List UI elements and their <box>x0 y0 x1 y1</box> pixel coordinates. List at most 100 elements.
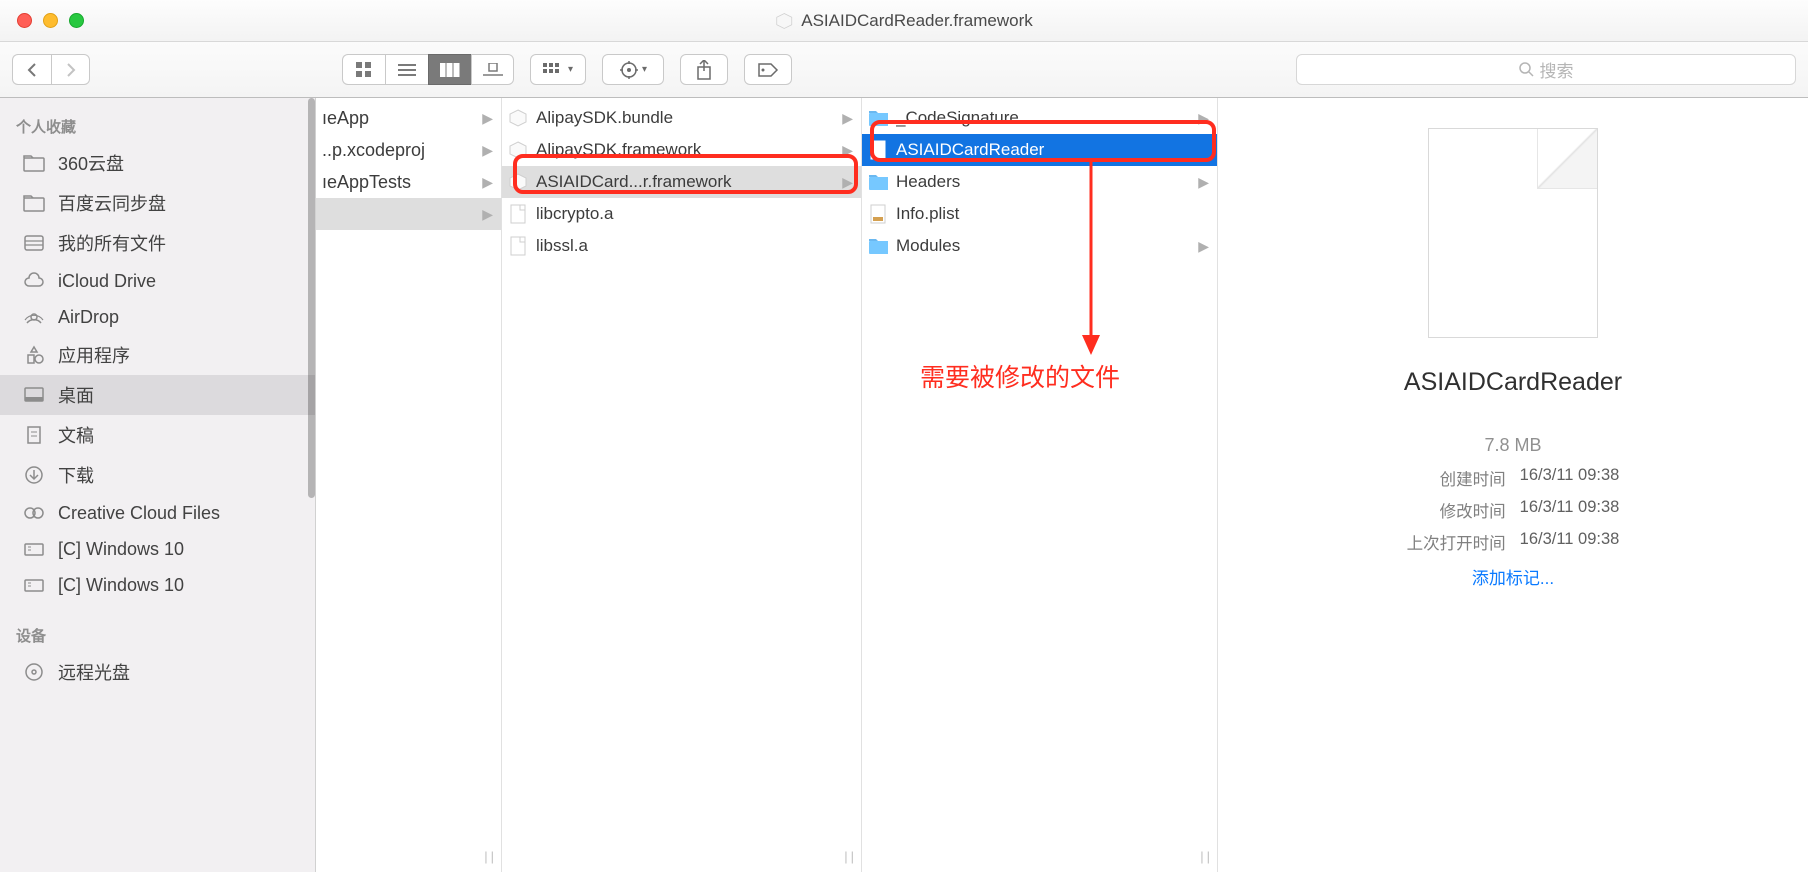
window-title-text: ASIAIDCardReader.framework <box>801 11 1032 31</box>
sidebar-item[interactable]: 文稿 <box>0 415 315 455</box>
file-name: Headers <box>896 172 1190 192</box>
window-title: ASIAIDCardReader.framework <box>775 11 1032 31</box>
chevron-right-icon: ▶ <box>842 174 853 191</box>
fw-icon <box>508 108 528 128</box>
search-placeholder: 搜索 <box>1540 57 1574 82</box>
file-name: ıeApp <box>322 108 474 129</box>
column-2: AlipaySDK.bundle▶AlipaySDK.framework▶ASI… <box>502 98 862 872</box>
column-1: ıeApp▶..p.xcodeproj▶ıeAppTests▶▶|| <box>316 98 502 872</box>
sidebar-item-label: 百度云同步盘 <box>58 190 166 216</box>
forward-button[interactable] <box>51 54 90 85</box>
file-row[interactable]: ıeAppTests▶ <box>316 166 501 198</box>
chevron-right-icon: ▶ <box>482 174 493 191</box>
allfiles-icon <box>22 232 46 254</box>
search-input[interactable]: 搜索 <box>1296 54 1796 85</box>
chevron-right-icon: ▶ <box>1198 174 1209 191</box>
sidebar-item[interactable]: 应用程序 <box>0 335 315 375</box>
file-row[interactable]: Headers ▶ <box>862 166 1217 198</box>
sidebar-item[interactable]: 桌面 <box>0 375 315 415</box>
file-name: Modules <box>896 236 1190 256</box>
sidebar-item[interactable]: iCloud Drive <box>0 263 315 299</box>
zoom-window-button[interactable] <box>69 13 84 28</box>
list-view-button[interactable] <box>385 54 428 85</box>
file-row[interactable]: ..p.xcodeproj▶ <box>316 134 501 166</box>
chevron-right-icon: ▶ <box>482 206 493 223</box>
sidebar-item[interactable]: AirDrop <box>0 299 315 335</box>
file-name: _CodeSignature <box>896 108 1190 128</box>
opened-value: 16/3/11 09:38 <box>1520 530 1620 554</box>
file-row[interactable]: ıeApp▶ <box>316 102 501 134</box>
file-row[interactable]: ▶ <box>316 198 501 230</box>
sidebar-item-label: Creative Cloud Files <box>58 503 220 524</box>
search-icon <box>1519 62 1534 77</box>
column-resize-handle[interactable]: || <box>844 849 857 864</box>
file-row[interactable]: AlipaySDK.framework▶ <box>502 134 861 166</box>
coverflow-view-button[interactable] <box>471 54 514 85</box>
sidebar-item-label: 应用程序 <box>58 342 130 368</box>
sidebar-item[interactable]: 下载 <box>0 455 315 495</box>
folder-icon <box>22 152 46 174</box>
icon-view-button[interactable] <box>342 54 385 85</box>
sidebar-item-label: AirDrop <box>58 307 119 328</box>
main-area: 个人收藏 360云盘百度云同步盘我的所有文件 iCloud Drive AirDro… <box>0 98 1808 872</box>
tags-button[interactable] <box>744 54 792 85</box>
minimize-window-button[interactable] <box>43 13 58 28</box>
sidebar-item[interactable]: Creative Cloud Files <box>0 495 315 531</box>
downloads-icon <box>22 464 46 486</box>
modified-value: 16/3/11 09:38 <box>1520 498 1620 522</box>
exec-icon <box>868 140 888 160</box>
sidebar-item-label: [C] Windows 10 <box>58 539 184 560</box>
sidebar-item[interactable]: 远程光盘 <box>0 652 315 692</box>
action-button[interactable]: ▾ <box>602 54 664 85</box>
back-button[interactable] <box>12 54 51 85</box>
sidebar-item[interactable]: [C] Windows 10 <box>0 567 315 603</box>
preview-size: 7.8 MB <box>1248 435 1778 456</box>
airdrop-icon <box>22 306 46 328</box>
column-resize-handle[interactable]: || <box>484 849 497 864</box>
chevron-right-icon: ▶ <box>1198 110 1209 127</box>
sidebar-favorites-header: 个人收藏 <box>0 108 315 143</box>
created-label: 创建时间 <box>1407 466 1506 490</box>
chevron-right-icon: ▶ <box>842 110 853 127</box>
cc-icon <box>22 502 46 524</box>
sidebar-item[interactable]: [C] Windows 10 <box>0 531 315 567</box>
sidebar-item[interactable]: 百度云同步盘 <box>0 183 315 223</box>
arrange-button[interactable]: ▾ <box>530 54 586 85</box>
file-row[interactable]: _CodeSignature ▶ <box>862 102 1217 134</box>
file-row[interactable]: ASIAIDCard...r.framework▶ <box>502 166 861 198</box>
file-row[interactable]: Modules ▶ <box>862 230 1217 262</box>
fw-icon <box>508 172 528 192</box>
sidebar-item-label: 我的所有文件 <box>58 230 166 256</box>
cloud-icon <box>22 270 46 292</box>
plist-icon <box>868 204 888 224</box>
column-view-button[interactable] <box>428 54 471 85</box>
preview-thumbnail <box>1428 128 1598 338</box>
file-row[interactable]: libcrypto.a <box>502 198 861 230</box>
framework-icon <box>775 12 793 30</box>
file-row[interactable]: libssl.a <box>502 230 861 262</box>
file-row[interactable]: AlipaySDK.bundle▶ <box>502 102 861 134</box>
preview-filename: ASIAIDCardReader <box>1248 368 1778 397</box>
sidebar-item[interactable]: 360云盘 <box>0 143 315 183</box>
sidebar-item-label: 下载 <box>58 462 94 488</box>
sidebar-item-label: 360云盘 <box>58 150 124 176</box>
fw-icon <box>508 140 528 160</box>
created-value: 16/3/11 09:38 <box>1520 466 1620 490</box>
file-row[interactable]: Info.plist <box>862 198 1217 230</box>
sidebar-scrollbar[interactable] <box>308 98 315 498</box>
column-3: _CodeSignature ▶ ASIAIDCardReader Headers ▶ I… <box>862 98 1218 872</box>
file-name: ..p.xcodeproj <box>322 140 474 161</box>
close-window-button[interactable] <box>17 13 32 28</box>
sidebar-item[interactable]: 我的所有文件 <box>0 223 315 263</box>
view-mode-segment <box>342 54 514 85</box>
folder-icon <box>22 192 46 214</box>
chevron-right-icon: ▶ <box>1198 238 1209 255</box>
file-icon <box>508 236 528 256</box>
share-button[interactable] <box>680 54 728 85</box>
file-row[interactable]: ASIAIDCardReader <box>862 134 1217 166</box>
toolbar: ▾ ▾ 搜索 <box>0 42 1808 98</box>
titlebar: ASIAIDCardReader.framework <box>0 0 1808 42</box>
column-resize-handle[interactable]: || <box>1200 849 1213 864</box>
desktop-icon <box>22 384 46 406</box>
add-tags-link[interactable]: 添加标记... <box>1248 564 1778 589</box>
